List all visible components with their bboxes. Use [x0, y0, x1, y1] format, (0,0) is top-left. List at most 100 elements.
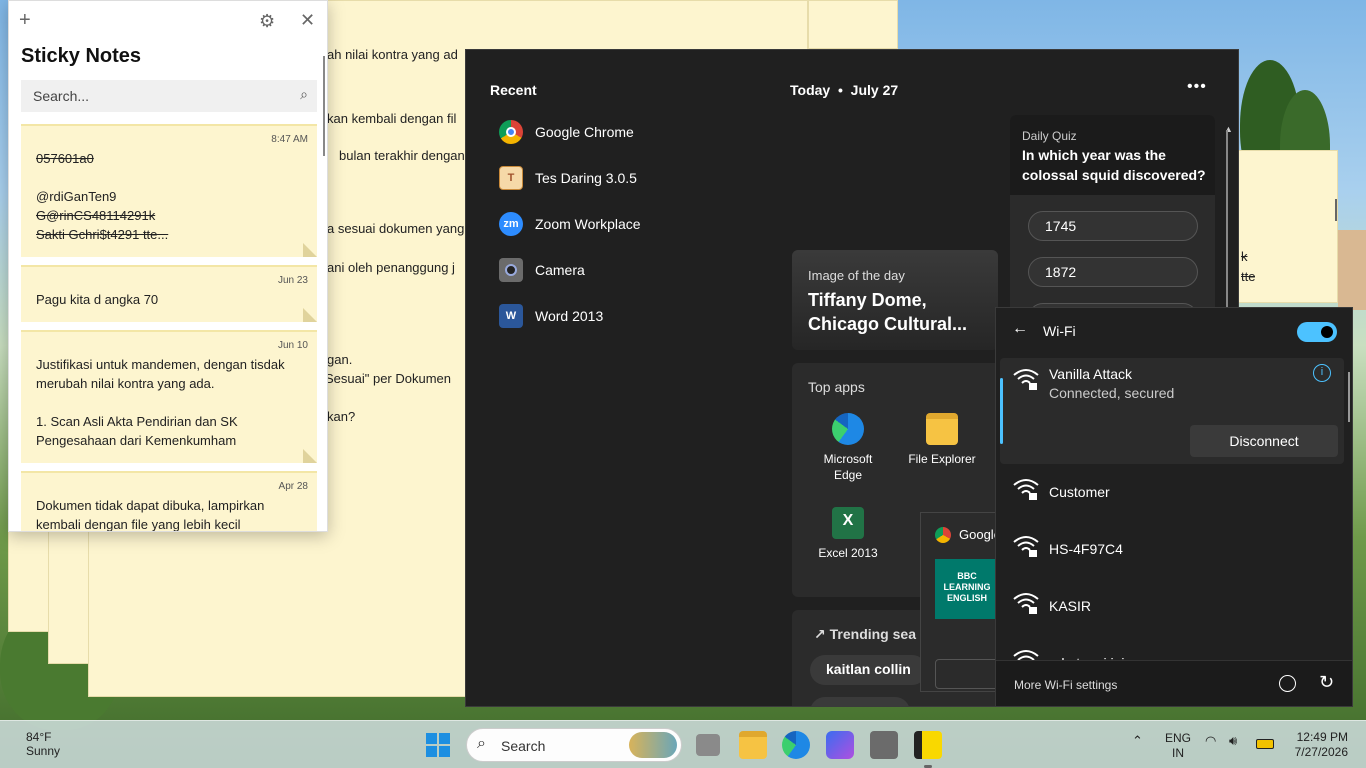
recent-app-tes-daring[interactable]: T Tes Daring 3.0.5	[499, 166, 637, 190]
trending-item[interactable]: kaitlan collin	[810, 655, 927, 685]
trending-item[interactable]: tony romo	[810, 697, 911, 706]
weather-temp: 84°F	[26, 730, 52, 744]
chrome-icon	[935, 527, 951, 543]
taskbar-search-label: Search	[501, 738, 546, 754]
note-fold	[303, 308, 317, 322]
note-text: Sakti Gchri$t4291 tte...	[36, 227, 169, 242]
file-explorer-icon[interactable]	[739, 731, 767, 759]
more-options-button[interactable]: •••	[1187, 78, 1207, 96]
scrollbar[interactable]	[1348, 372, 1350, 422]
thumb-text: BBC LEARNING ENGLISH	[943, 571, 991, 603]
search-placeholder: Search...	[33, 88, 90, 104]
top-app-file-explorer[interactable]: File Explorer	[902, 413, 982, 467]
wifi-title: Wi-Fi	[1043, 323, 1076, 339]
note-line: a sesuai dokumen yang	[327, 221, 465, 236]
note-text: G@rinCS48114291k	[36, 208, 156, 223]
connected-network-name: Vanilla Attack	[1049, 366, 1133, 382]
search-icon: ⌕	[477, 735, 486, 752]
top-apps-heading: Top apps	[808, 379, 865, 395]
wifi-icon[interactable]: ◠	[1205, 733, 1216, 749]
note-date: Jun 10	[277, 340, 308, 351]
volume-icon[interactable]: 🔊︎	[1229, 733, 1237, 749]
weather-widget[interactable]: 84°F Sunny	[26, 730, 60, 758]
note-text: @rdiGanTen9	[36, 189, 117, 204]
windows-start-icon[interactable]	[426, 733, 450, 757]
recent-app-zoom[interactable]: zm Zoom Workplace	[499, 212, 641, 236]
note-line: ah nilai kontra yang ad	[327, 47, 458, 62]
camera-icon[interactable]	[870, 731, 898, 759]
battery-icon[interactable]	[1256, 739, 1274, 749]
network-item[interactable]: HS-4F97C4	[996, 523, 1352, 580]
edge-icon[interactable]	[782, 731, 810, 759]
language-indicator[interactable]: ENG IN	[1165, 731, 1191, 761]
note-line: kan kembali dengan fil	[327, 111, 457, 126]
tes-daring-icon: T	[499, 166, 523, 190]
add-note-icon[interactable]: +	[19, 9, 31, 32]
today-label: Today	[790, 82, 831, 98]
recent-app-camera[interactable]: Camera	[499, 258, 585, 282]
disconnect-button[interactable]: Disconnect	[1190, 425, 1338, 457]
note-card[interactable]: 8:47 AM 057601a0 @rdiGanTen9 G@rinCS4811…	[21, 124, 317, 257]
network-name: HS-4F97C4	[1049, 541, 1123, 557]
toggle-knob	[1321, 326, 1333, 338]
app-label: Zoom Workplace	[535, 216, 641, 232]
trending-heading: ↗ Trending sea	[814, 626, 916, 643]
scrollbar[interactable]	[1335, 199, 1337, 221]
speedometer-icon[interactable]	[1279, 675, 1296, 692]
scrollbar[interactable]	[1226, 130, 1228, 330]
wifi-secured-icon	[1012, 590, 1040, 621]
app-label: Microsoft Edge	[823, 452, 873, 482]
image-of-day-label: Image of the day	[808, 268, 905, 283]
note-card[interactable]: Apr 28 Dokumen tidak dapat dibuka, lampi…	[21, 471, 317, 531]
info-icon[interactable]: i	[1313, 364, 1331, 382]
scrollbar[interactable]	[323, 56, 325, 156]
right-note-window[interactable]: k tte	[1238, 150, 1338, 303]
gear-icon[interactable]: ⚙	[259, 11, 275, 32]
note-text: 1. Scan Asli Akta Pendirian dan SK	[36, 414, 238, 429]
image-of-day-card[interactable]: Image of the day Tiffany Dome, Chicago C…	[792, 250, 998, 350]
note-date: 8:47 AM	[271, 134, 308, 145]
search-icon[interactable]: ⌕	[300, 86, 308, 103]
clock-date: 7/27/2026	[1294, 745, 1348, 759]
quiz-option[interactable]: 1745	[1028, 211, 1198, 241]
background-note-window[interactable]	[808, 0, 898, 49]
more-wifi-settings-link[interactable]: More Wi-Fi settings	[1014, 678, 1117, 692]
note-text: Pagu kita d angka 70	[36, 292, 159, 307]
note-card[interactable]: Jun 23 Pagu kita d angka 70	[21, 265, 317, 322]
copilot-icon[interactable]	[826, 731, 854, 759]
selection-indicator	[1000, 378, 1003, 444]
app-title: Sticky Notes	[21, 45, 142, 67]
trending-label: Trending sea	[829, 626, 916, 642]
quiz-header: Daily Quiz In which year was the colossa…	[1010, 115, 1215, 195]
wifi-secured-icon	[1012, 533, 1040, 564]
taskbar-search-box[interactable]: ⌕ Search	[466, 728, 682, 762]
network-name: KASIR	[1049, 598, 1092, 614]
refresh-icon[interactable]: ↻	[1319, 672, 1334, 693]
note-text: Pengesahaan dari Kemenkumham	[36, 433, 237, 448]
wifi-toggle[interactable]	[1297, 322, 1337, 342]
chevron-up-icon[interactable]: ⌃	[1132, 733, 1143, 749]
network-item[interactable]: KASIR	[996, 580, 1352, 637]
back-arrow-icon[interactable]: ←	[1012, 320, 1028, 338]
note-line: gan.	[327, 352, 353, 367]
sticky-notes-icon[interactable]	[914, 731, 942, 759]
search-input[interactable]: Search... ⌕	[21, 80, 317, 112]
lang-top: ENG	[1165, 731, 1192, 745]
note-line: kan?	[327, 409, 356, 424]
clock-time: 12:49 PM	[1296, 730, 1348, 744]
top-app-edge[interactable]: Microsoft Edge	[808, 413, 888, 483]
clock[interactable]: 12:49 PM 7/27/2026	[1288, 730, 1348, 760]
close-icon[interactable]: ✕	[300, 10, 315, 31]
quiz-label: Daily Quiz	[1022, 129, 1077, 143]
lang-bottom: IN	[1172, 746, 1184, 760]
note-line: ani oleh penanggung j	[327, 260, 455, 275]
recent-app-chrome[interactable]: Google Chrome	[499, 120, 634, 144]
network-item[interactable]: Customer	[996, 466, 1352, 523]
task-view-icon[interactable]	[696, 734, 720, 756]
note-card[interactable]: Jun 10 Justifikasi untuk mandemen, denga…	[21, 330, 317, 463]
top-app-excel[interactable]: X Excel 2013	[808, 507, 888, 561]
quiz-option[interactable]: 1872	[1028, 257, 1198, 287]
word-icon: W	[499, 304, 523, 328]
recent-app-word[interactable]: W Word 2013	[499, 304, 603, 328]
note-fold	[303, 449, 317, 463]
